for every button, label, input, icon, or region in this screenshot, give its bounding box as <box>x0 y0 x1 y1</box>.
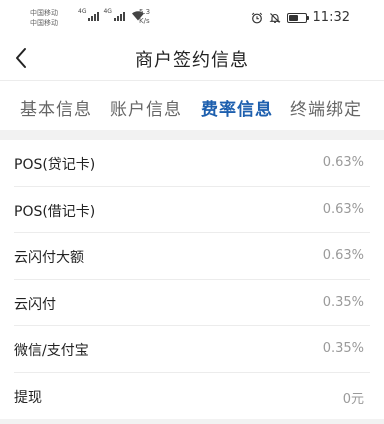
rate-label: POS(贷记卡) <box>14 157 96 173</box>
nav-bar: 商户签约信息 <box>0 36 384 80</box>
signal-2-icon: 4G <box>103 8 125 21</box>
rate-label: 云闪付大额 <box>14 250 84 266</box>
tab-bar: 基本信息 账户信息 费率信息 终端绑定 <box>0 80 384 130</box>
rate-label: 微信/支付宝 <box>14 343 89 359</box>
rate-row-pos-debit: POS(借记卡) 0.63% <box>0 187 384 234</box>
rate-list: POS(贷记卡) 0.63% POS(借记卡) 0.63% 云闪付大额 0.63… <box>0 140 384 419</box>
rate-label: POS(借记卡) <box>14 203 96 220</box>
status-time: 11:32 <box>312 10 350 25</box>
rate-row-withdraw: 提现 0元 <box>0 373 384 420</box>
network-2-label: 4G <box>103 8 112 15</box>
tab-rate-info[interactable]: 费率信息 <box>201 95 273 120</box>
rate-value: 0.35% <box>322 341 364 356</box>
signal-group: 4G 4G <box>78 9 145 21</box>
carrier-info: 中国移动 中国移动 <box>30 8 58 28</box>
mute-icon <box>268 12 281 23</box>
status-right: 11:32 <box>251 10 350 25</box>
rate-value: 0.35% <box>322 294 364 310</box>
rate-row-pos-credit: POS(贷记卡) 0.63% <box>0 140 384 187</box>
network-speed: 5.3 K/s <box>139 8 150 26</box>
rate-value: 0.63% <box>322 248 364 263</box>
tab-terminal-binding[interactable]: 终端绑定 <box>290 95 362 120</box>
status-bar: 中国移动 中国移动 4G 4G 5.3 K/s 11:32 <box>0 0 384 36</box>
rate-label: 提现 <box>14 389 42 406</box>
rate-row-wechat-alipay: 微信/支付宝 0.35% <box>0 326 384 373</box>
rate-value: 0.63% <box>322 155 364 170</box>
rate-row-quickpass: 云闪付 0.35% <box>0 280 384 327</box>
carrier-1-label: 中国移动 <box>30 9 58 17</box>
rate-label: 云闪付 <box>14 296 56 313</box>
signal-1-icon: 4G <box>78 8 100 21</box>
screen: 中国移动 中国移动 4G 4G 5.3 K/s 11:32 商户签约信息 基本信… <box>0 0 384 424</box>
network-1-label: 4G <box>78 8 87 15</box>
alarm-icon <box>251 12 262 23</box>
carrier-2-label: 中国移动 <box>30 19 58 27</box>
speed-value: 5.3 <box>139 8 151 16</box>
rate-value: 0.63% <box>322 201 364 217</box>
battery-icon <box>286 12 309 23</box>
rate-value: 0元 <box>342 391 364 407</box>
tab-account-info[interactable]: 账户信息 <box>110 95 182 120</box>
page-title: 商户签约信息 <box>135 50 249 71</box>
rate-row-quickpass-large: 云闪付大额 0.63% <box>0 233 384 280</box>
tab-basic-info[interactable]: 基本信息 <box>20 95 92 120</box>
speed-unit: K/s <box>139 17 150 25</box>
